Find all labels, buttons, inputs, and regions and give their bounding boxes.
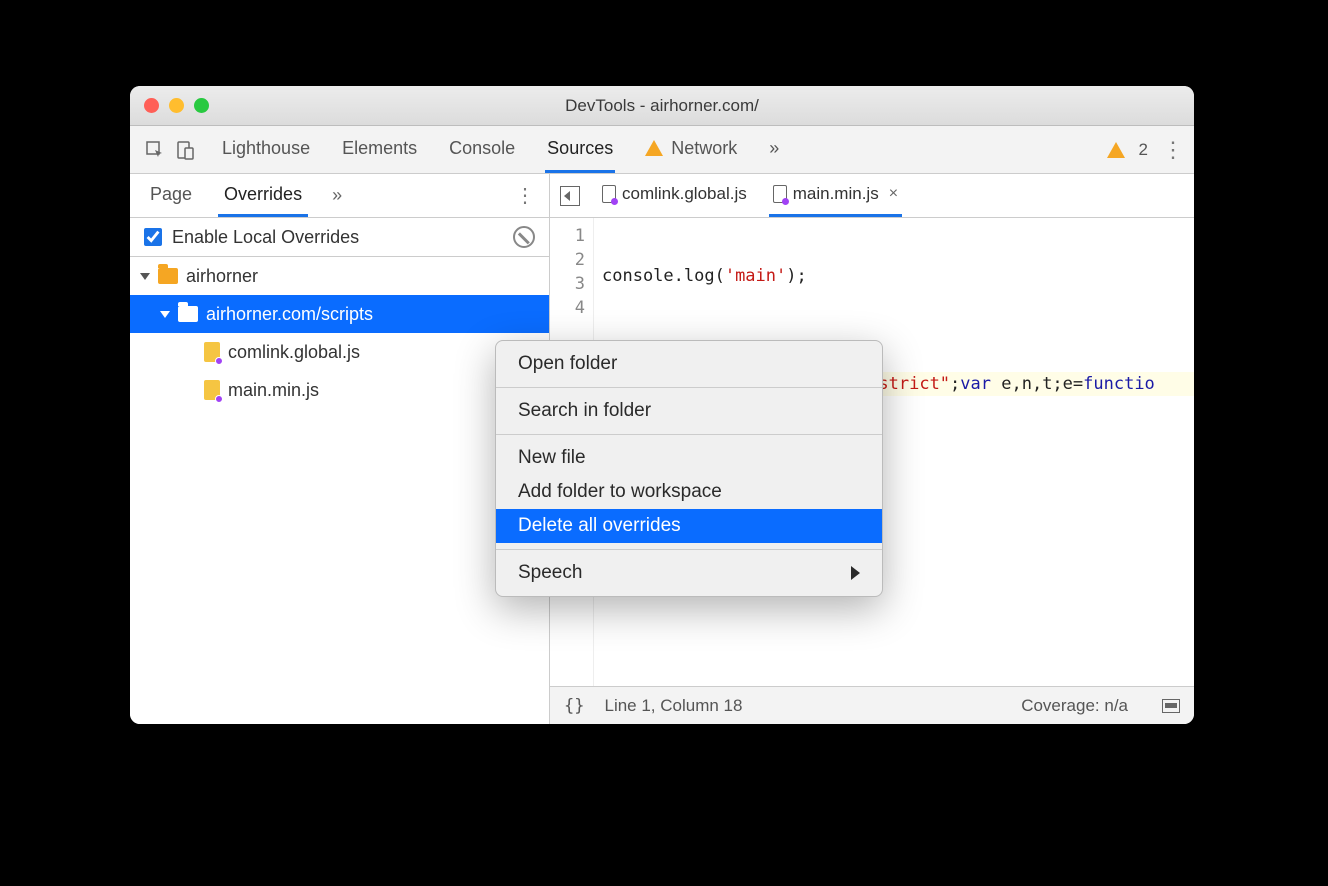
- editor-tab[interactable]: comlink.global.js: [598, 174, 751, 217]
- sidebar-tab-page[interactable]: Page: [144, 174, 198, 217]
- enable-overrides-row: Enable Local Overrides: [130, 218, 549, 257]
- navigator-toggle-icon[interactable]: [560, 186, 580, 206]
- override-dot-icon: [611, 198, 618, 205]
- close-tab-icon[interactable]: ×: [889, 185, 898, 203]
- override-dot-icon: [215, 395, 223, 403]
- statusbar: {} Line 1, Column 18 Coverage: n/a: [550, 686, 1194, 724]
- menu-separator: [496, 387, 882, 388]
- sidebar-tab-overrides[interactable]: Overrides: [218, 174, 308, 217]
- sidebar-tabs-overflow[interactable]: »: [332, 185, 342, 206]
- warning-count[interactable]: 2: [1139, 140, 1148, 160]
- traffic-lights: [144, 98, 209, 113]
- minimize-icon[interactable]: [169, 98, 184, 113]
- inspect-icon[interactable]: [140, 135, 170, 165]
- menu-item-new-file[interactable]: New file: [496, 441, 882, 475]
- js-file-icon: [204, 342, 220, 362]
- tab-sources[interactable]: Sources: [545, 126, 615, 173]
- menu-separator: [496, 549, 882, 550]
- override-dot-icon: [215, 357, 223, 365]
- tab-network[interactable]: Network: [643, 126, 739, 173]
- submenu-arrow-icon: [851, 566, 860, 580]
- sidebar-tabs: Page Overrides » ⋮: [130, 174, 549, 218]
- menu-separator: [496, 434, 882, 435]
- warning-icon[interactable]: [1107, 142, 1125, 158]
- format-icon[interactable]: {}: [564, 696, 584, 716]
- context-menu: Open folder Search in folder New file Ad…: [495, 340, 883, 597]
- close-icon[interactable]: [144, 98, 159, 113]
- menu-item-open-folder[interactable]: Open folder: [496, 347, 882, 381]
- device-toggle-icon[interactable]: [170, 135, 200, 165]
- tree-file[interactable]: main.min.js: [130, 371, 549, 409]
- folder-icon: [158, 268, 178, 284]
- sidebar-kebab-icon[interactable]: ⋮: [515, 183, 535, 208]
- window-title: DevTools - airhorner.com/: [130, 96, 1194, 116]
- drawer-toggle-icon[interactable]: [1162, 699, 1180, 713]
- chevron-down-icon: [160, 311, 170, 318]
- tree-folder-scripts[interactable]: airhorner.com/scripts: [130, 295, 549, 333]
- main-tabbar: Lighthouse Elements Console Sources Netw…: [130, 126, 1194, 174]
- menu-item-search-in-folder[interactable]: Search in folder: [496, 394, 882, 428]
- file-icon: [773, 185, 787, 203]
- enable-overrides-checkbox[interactable]: [144, 228, 162, 246]
- tree-folder-root[interactable]: airhorner: [130, 257, 549, 295]
- editor-tabs: comlink.global.js main.min.js ×: [550, 174, 1194, 218]
- tab-lighthouse[interactable]: Lighthouse: [220, 126, 312, 173]
- maximize-icon[interactable]: [194, 98, 209, 113]
- file-icon: [602, 185, 616, 203]
- editor-tab[interactable]: main.min.js ×: [769, 174, 902, 217]
- main-tabs: Lighthouse Elements Console Sources Netw…: [220, 126, 781, 173]
- menu-item-add-folder[interactable]: Add folder to workspace: [496, 475, 882, 509]
- kebab-menu-icon[interactable]: ⋮: [1162, 137, 1184, 163]
- warning-icon: [645, 140, 663, 156]
- js-file-icon: [204, 380, 220, 400]
- cursor-position: Line 1, Column 18: [604, 696, 742, 716]
- folder-icon: [178, 306, 198, 322]
- enable-overrides-label: Enable Local Overrides: [172, 227, 359, 248]
- chevron-down-icon: [140, 273, 150, 280]
- menu-item-speech[interactable]: Speech: [496, 556, 882, 590]
- tabs-overflow[interactable]: »: [767, 126, 781, 173]
- override-dot-icon: [782, 198, 789, 205]
- code-line: console.log('main');: [602, 264, 1155, 288]
- tab-console[interactable]: Console: [447, 126, 517, 173]
- tree-file[interactable]: comlink.global.js: [130, 333, 549, 371]
- titlebar: DevTools - airhorner.com/: [130, 86, 1194, 126]
- tab-elements[interactable]: Elements: [340, 126, 419, 173]
- sidebar: Page Overrides » ⋮ Enable Local Override…: [130, 174, 550, 724]
- file-tree: airhorner airhorner.com/scripts comlink.…: [130, 257, 549, 724]
- clear-icon[interactable]: [513, 226, 535, 248]
- coverage-label: Coverage: n/a: [1021, 696, 1128, 716]
- menu-item-delete-overrides[interactable]: Delete all overrides: [496, 509, 882, 543]
